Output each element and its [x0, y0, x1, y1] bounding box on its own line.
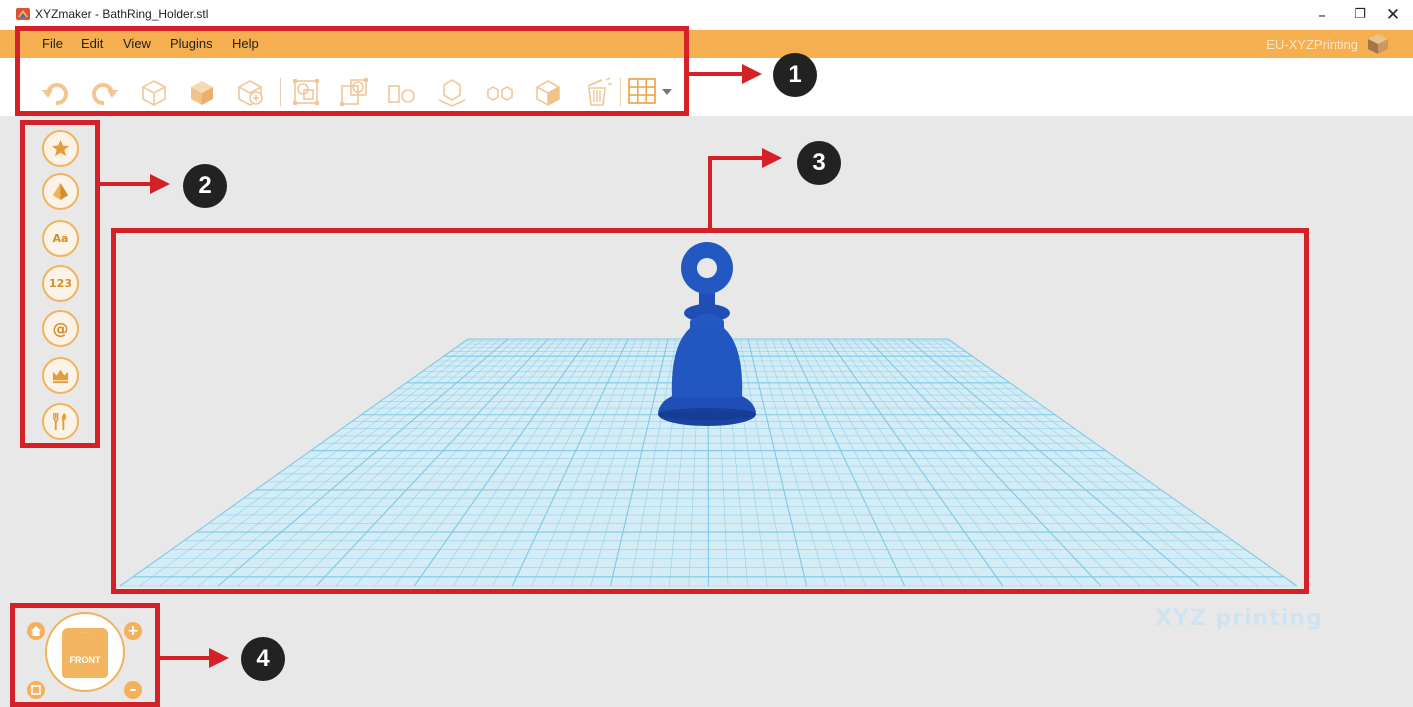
- callout-1: 1: [773, 53, 817, 97]
- callout-3: 3: [797, 141, 841, 185]
- annotation-box-view-control: [10, 603, 160, 707]
- annotation-box-toolbar: [15, 26, 689, 116]
- xyzmaker-window: XYZmaker - BathRing_Holder.stl – ❐ ✕ Fil…: [0, 0, 1413, 707]
- account-name[interactable]: EU-XYZPrinting: [1266, 37, 1358, 52]
- window-title: XYZmaker - BathRing_Holder.stl: [35, 7, 209, 21]
- close-button[interactable]: ✕: [1371, 2, 1413, 28]
- callout-4: 4: [241, 637, 285, 681]
- account-cube-icon[interactable]: [1366, 32, 1390, 56]
- xyz-printing-watermark: XYZ printing: [1155, 606, 1323, 631]
- app-logo-icon: [16, 8, 30, 20]
- annotation-box-viewport: [111, 228, 1309, 594]
- annotation-box-sidebar: [20, 120, 100, 448]
- callout-2: 2: [183, 164, 227, 208]
